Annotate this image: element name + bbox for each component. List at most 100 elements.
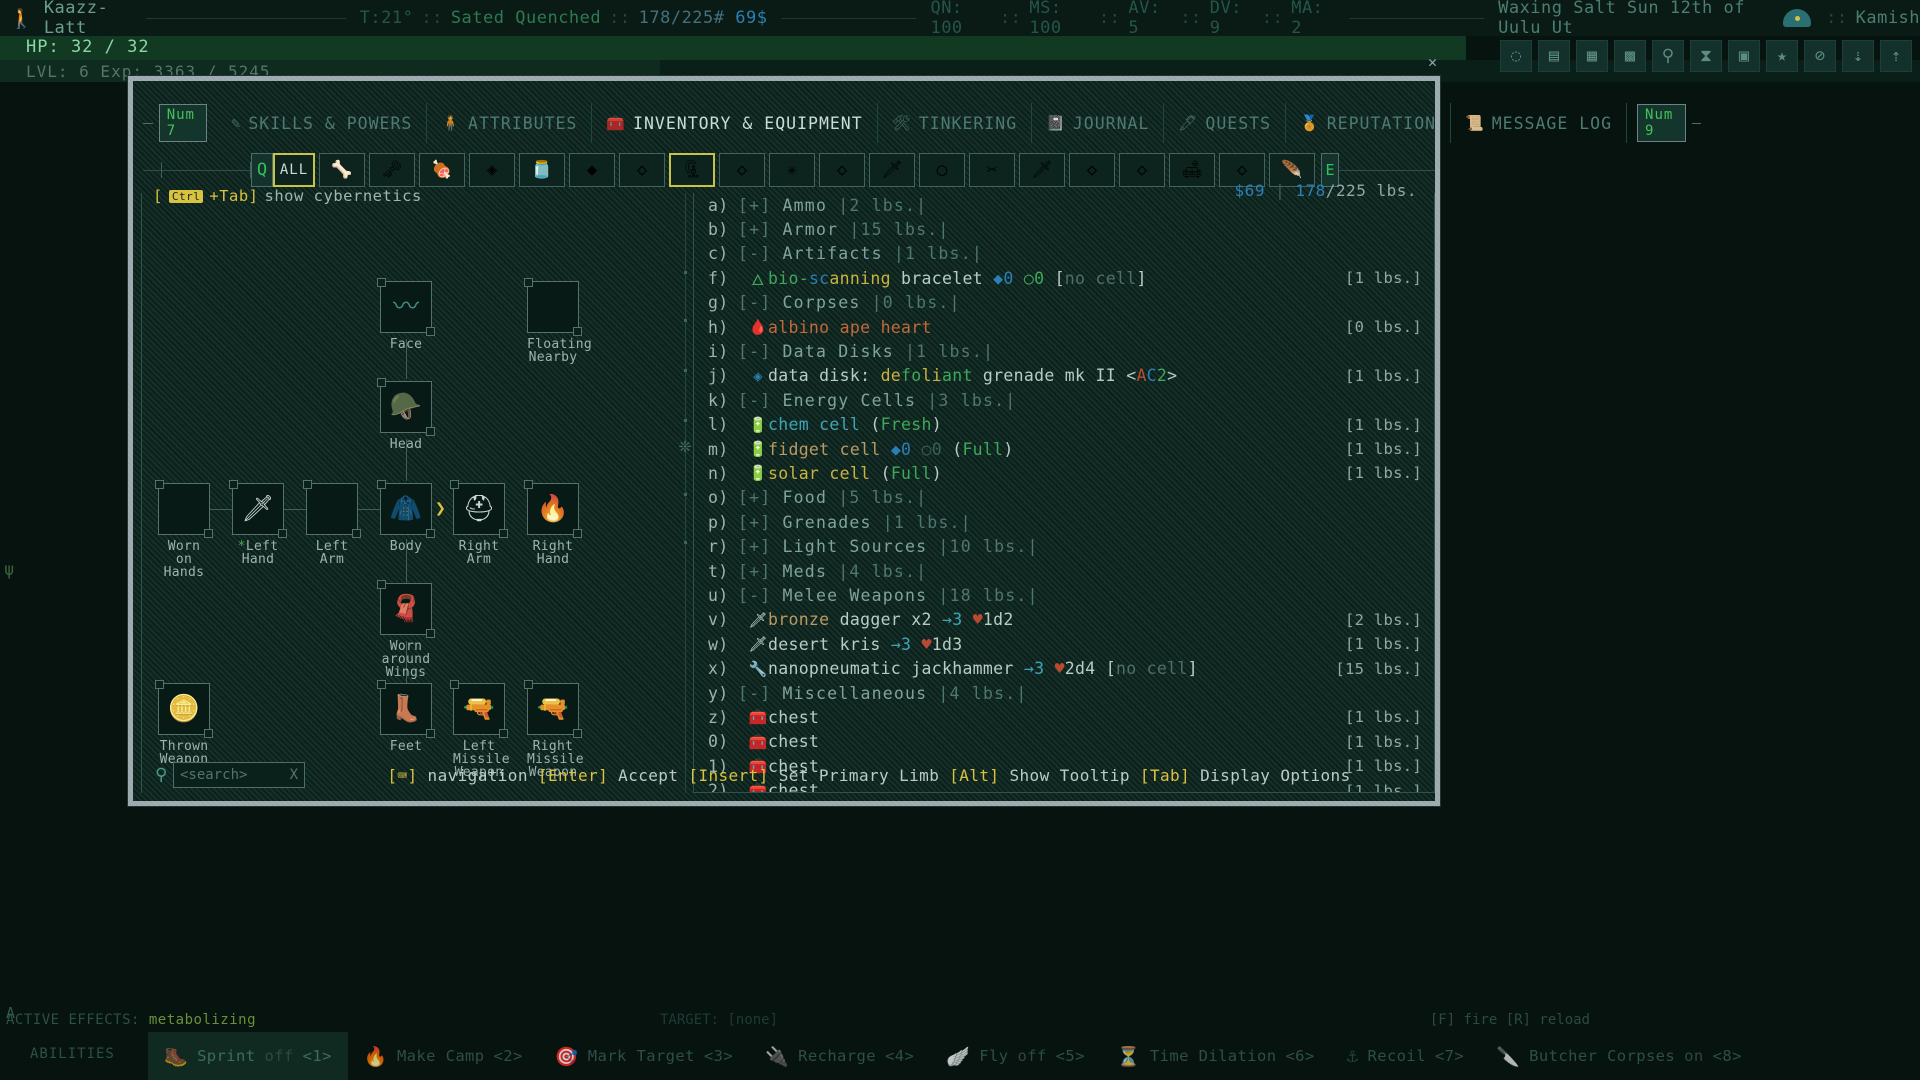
star-icon[interactable]: ★ bbox=[1766, 40, 1798, 72]
filter-slot-11[interactable]: ◇ bbox=[819, 153, 865, 187]
inventory-category-row[interactable]: a) [+] Ammo |2 lbs.| bbox=[694, 193, 1434, 217]
slot-body[interactable]: 🧥 Body bbox=[377, 480, 435, 553]
slot-floating-nearby-box[interactable] bbox=[524, 278, 582, 336]
slot-feet[interactable]: 👢 Feet bbox=[377, 680, 435, 753]
category-toggle-icon[interactable]: [-] bbox=[738, 342, 771, 361]
slot-worn-around-wings[interactable]: 🧣 Worn around Wings bbox=[377, 580, 435, 679]
slot-left-hand[interactable]: 🗡 *Left Hand bbox=[229, 480, 287, 566]
slot-right-arm[interactable]: ⛑ Right Arm bbox=[450, 480, 508, 566]
inventory-scrollbar[interactable]: ❊ bbox=[679, 193, 691, 793]
tab-skills-powers[interactable]: ✎ SKILLS & POWERS bbox=[217, 103, 428, 143]
inventory-item-row[interactable]: w) 🗡 desert kris →3 ♥1d3 [1 lbs.] bbox=[694, 632, 1434, 656]
inventory-category-row[interactable]: b) [+] Armor |15 lbs.| bbox=[694, 217, 1434, 241]
all-filter-button[interactable]: ALL bbox=[273, 153, 315, 187]
slot-thrown-weapon[interactable]: 🪙 Thrown Weapon bbox=[155, 680, 213, 766]
category-toggle-icon[interactable]: [+] bbox=[738, 537, 771, 556]
slot-right-missile-weapon-box[interactable]: 🔫 bbox=[524, 680, 582, 738]
inventory-list[interactable]: a) [+] Ammo |2 lbs.| b) [+] Armor |15 lbs.|… bbox=[693, 193, 1435, 793]
category-toggle-icon[interactable]: [+] bbox=[738, 488, 771, 507]
filter-slot-17[interactable]: ◇ bbox=[1119, 153, 1165, 187]
filter-slot-5[interactable]: 🫙 bbox=[519, 153, 565, 187]
stairs-down-icon[interactable]: ⇣ bbox=[1842, 40, 1874, 72]
inventory-item-row[interactable]: l) 🔋 chem cell (Fresh) [1 lbs.] bbox=[694, 413, 1434, 437]
inventory-category-row[interactable]: y) [-] Miscellaneous |4 lbs.| bbox=[694, 681, 1434, 705]
filter-slot-18[interactable]: 🛋 bbox=[1169, 153, 1215, 187]
constellation-icon[interactable]: ▩ bbox=[1614, 40, 1646, 72]
ability-recharge[interactable]: 🔌 Recharge <4> bbox=[749, 1032, 930, 1080]
filter-slot-9[interactable]: ◇ bbox=[719, 153, 765, 187]
inventory-item-row[interactable]: n) 🔋 solar cell (Full) [1 lbs.] bbox=[694, 461, 1434, 485]
inventory-category-row[interactable]: g) [-] Corpses |0 lbs.| bbox=[694, 291, 1434, 315]
filter-slot-3[interactable]: 🍖 bbox=[419, 153, 465, 187]
tab-bar[interactable]: Num 7 ✎ SKILLS & POWERS 🧍 ATTRIBUTES 🧰 INVENT… bbox=[133, 103, 1702, 143]
stairs-up-icon[interactable]: ⇡ bbox=[1880, 40, 1912, 72]
tab-journal[interactable]: 📓 JOURNAL bbox=[1032, 103, 1165, 143]
slot-floating-nearby[interactable]: Floating Nearby bbox=[524, 278, 592, 364]
inventory-category-row[interactable]: k) [-] Energy Cells |3 lbs.| bbox=[694, 388, 1434, 412]
close-icon[interactable]: ✕ bbox=[1428, 53, 1437, 71]
tab-attributes[interactable]: 🧍 ATTRIBUTES bbox=[427, 103, 593, 143]
filter-slot-2[interactable]: 🗝 bbox=[369, 153, 415, 187]
compass-icon[interactable]: ◌ bbox=[1500, 40, 1532, 72]
character-sheet-icon[interactable]: ▣ bbox=[1728, 40, 1760, 72]
filter-slot-14[interactable]: ✂ bbox=[969, 153, 1015, 187]
inventory-item-row[interactable]: v) 🗡 bronze dagger x2 →3 ♥1d2 [2 lbs.] bbox=[694, 608, 1434, 632]
inventory-item-row[interactable]: f) 🜂 bio-scanning bracelet ◆0 ○0 [no cell]… bbox=[694, 266, 1434, 290]
inventory-category-row[interactable]: r) [+] Light Sources |10 lbs.| bbox=[694, 534, 1434, 558]
tab-message-log[interactable]: 📜 MESSAGE LOG bbox=[1451, 103, 1628, 143]
slot-left-hand-box[interactable]: 🗡 bbox=[229, 480, 287, 538]
category-toggle-icon[interactable]: [-] bbox=[738, 586, 771, 605]
slot-right-hand-box[interactable]: 🔥 bbox=[524, 480, 582, 538]
category-toggle-icon[interactable]: [+] bbox=[738, 513, 771, 532]
inventory-category-row[interactable]: c) [-] Artifacts |1 lbs.| bbox=[694, 242, 1434, 266]
tab-inventory-equipment[interactable]: 🧰 INVENTORY & EQUIPMENT bbox=[592, 103, 878, 143]
inventory-category-row[interactable]: i) [-] Data Disks |1 lbs.| bbox=[694, 339, 1434, 363]
magnifier-icon[interactable]: ⚲ bbox=[1652, 40, 1684, 72]
slot-thrown-weapon-box[interactable]: 🪙 bbox=[155, 680, 213, 738]
slot-left-arm-box[interactable] bbox=[303, 480, 361, 538]
filter-slot-4[interactable]: ◈ bbox=[469, 153, 515, 187]
system-icon-strip[interactable]: ◌ ▤ ▦ ▩ ⚲ ⧗ ▣ ★ ⊘ ⇣ ⇡ bbox=[1500, 40, 1912, 72]
lock-panel-icon[interactable]: ▤ bbox=[1538, 40, 1570, 72]
ability-butcher-corpses[interactable]: 🔪 Butcher Corpses on <8> bbox=[1480, 1032, 1758, 1080]
inventory-category-row[interactable]: o) [+] Food |5 lbs.| bbox=[694, 486, 1434, 510]
search-icon[interactable]: ⚲ bbox=[155, 765, 167, 785]
inventory-item-row[interactable]: h) 🩸 albino ape heart [0 lbs.] bbox=[694, 315, 1434, 339]
slot-body-box[interactable]: 🧥 bbox=[377, 480, 435, 538]
slot-face-box[interactable]: 〰 bbox=[377, 278, 435, 336]
filter-slot-8[interactable]: 🗜 bbox=[669, 153, 715, 187]
prev-page-key[interactable]: Num 7 bbox=[133, 104, 217, 142]
slot-feet-box[interactable]: 👢 bbox=[377, 680, 435, 738]
filter-slot-13[interactable]: ◯ bbox=[919, 153, 965, 187]
num-7-key[interactable]: Num 7 bbox=[158, 104, 208, 142]
filter-slot-1[interactable]: 🦴 bbox=[319, 153, 365, 187]
ability-time-dilation[interactable]: ⏳ Time Dilation <6> bbox=[1101, 1032, 1331, 1080]
num-9-key[interactable]: Num 9 bbox=[1637, 104, 1686, 142]
category-toggle-icon[interactable]: [-] bbox=[738, 684, 771, 703]
ability-recoil[interactable]: ⚓ Recoil <7> bbox=[1331, 1032, 1480, 1080]
inventory-item-row[interactable]: m) 🔋 fidget cell ◆0 ○0 (Full) [1 lbs.] bbox=[694, 437, 1434, 461]
category-toggle-icon[interactable]: [-] bbox=[738, 391, 771, 410]
no-entry-icon[interactable]: ⊘ bbox=[1804, 40, 1836, 72]
abilities-bar[interactable]: 🥾 Sprint off <1> 🔥 Make Camp <2> 🎯 Mark Target <3… bbox=[0, 1032, 1920, 1080]
category-toggle-icon[interactable]: [+] bbox=[738, 196, 771, 215]
filter-slot-15[interactable]: 🗡 bbox=[1019, 153, 1065, 187]
ability-fly[interactable]: 🪽 Fly off <5> bbox=[930, 1032, 1101, 1080]
slot-worn-on-hands-box[interactable] bbox=[155, 480, 213, 538]
inventory-item-row[interactable]: z) 🧰 chest [1 lbs.] bbox=[694, 705, 1434, 729]
category-toggle-icon[interactable]: [+] bbox=[738, 220, 771, 239]
category-toggle-icon[interactable]: [-] bbox=[738, 244, 771, 263]
ability-make-camp[interactable]: 🔥 Make Camp <2> bbox=[348, 1032, 539, 1080]
slot-face[interactable]: 〰 Face bbox=[377, 278, 435, 351]
slot-left-missile-weapon-box[interactable]: 🔫 bbox=[450, 680, 508, 738]
slot-right-hand[interactable]: 🔥 Right Hand bbox=[524, 480, 582, 566]
search-input[interactable]: <search> X bbox=[173, 762, 305, 788]
tab-tinkering[interactable]: 🛠 TINKERING bbox=[878, 103, 1033, 143]
inventory-item-row[interactable]: 0) 🧰 chest [1 lbs.] bbox=[694, 730, 1434, 754]
map-icon[interactable]: ▦ bbox=[1576, 40, 1608, 72]
filter-slot-16[interactable]: ◇ bbox=[1069, 153, 1115, 187]
ability-mark-target[interactable]: 🎯 Mark Target <3> bbox=[539, 1032, 749, 1080]
tab-reputation[interactable]: 🏅 REPUTATION bbox=[1286, 103, 1452, 143]
inventory-category-row[interactable]: u) [-] Melee Weapons |18 lbs.| bbox=[694, 583, 1434, 607]
slot-right-arm-box[interactable]: ⛑ bbox=[450, 480, 508, 538]
